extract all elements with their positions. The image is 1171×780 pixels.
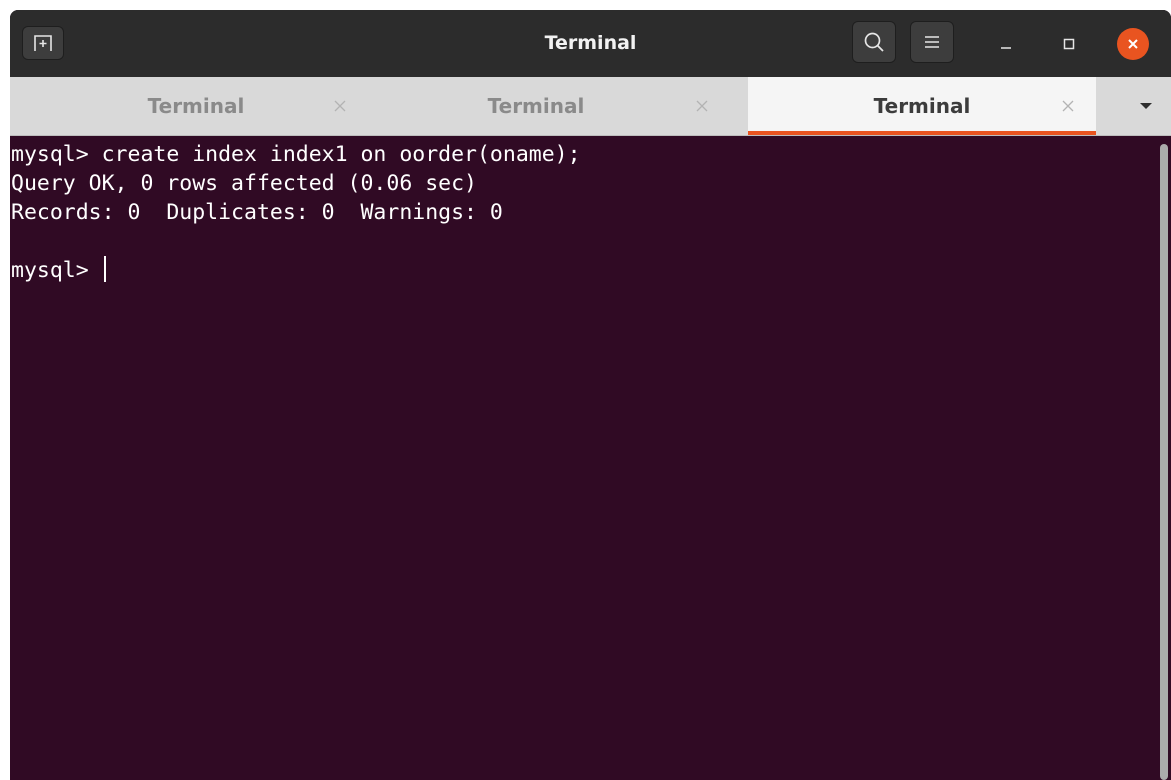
header-bar: Terminal (10, 10, 1171, 78)
search-button[interactable] (852, 21, 896, 63)
chevron-down-icon (1140, 103, 1152, 109)
maximize-icon (1063, 38, 1075, 50)
tab-close-icon[interactable] (331, 97, 349, 115)
scrollbar[interactable] (1160, 144, 1168, 780)
tab-terminal-3-active[interactable]: Terminal (748, 77, 1096, 135)
terminal-line: mysql> create index index1 on oorder(ona… (11, 142, 581, 167)
terminal-line: Query OK, 0 rows affected (0.06 sec) (11, 171, 477, 196)
hamburger-menu-icon (925, 36, 939, 48)
minimize-button[interactable] (990, 28, 1022, 60)
search-icon (864, 32, 884, 52)
maximize-button[interactable] (1053, 28, 1085, 60)
close-button[interactable] (1117, 28, 1149, 60)
tab-label: Terminal (487, 94, 585, 118)
tab-terminal-1[interactable]: Terminal (10, 77, 372, 135)
tab-bar: Terminal Terminal Terminal (10, 77, 1171, 136)
new-tab-button[interactable] (22, 26, 64, 60)
tab-close-icon[interactable] (693, 97, 711, 115)
tab-label: Terminal (873, 94, 971, 118)
tab-close-icon[interactable] (1059, 97, 1077, 115)
terminal-prompt-line[interactable]: mysql> (11, 256, 1154, 285)
terminal-window: Terminal Terminal Terminal Terminal mysq… (10, 10, 1171, 780)
tab-label: Terminal (147, 94, 245, 118)
new-tab-icon (34, 35, 52, 51)
text-cursor (103, 256, 106, 282)
terminal-output[interactable]: mysql> create index index1 on oorder(ona… (10, 136, 1154, 780)
terminal-prompt: mysql> (11, 258, 102, 283)
tab-terminal-2[interactable]: Terminal (385, 77, 747, 135)
minimize-icon (1001, 47, 1011, 49)
menu-button[interactable] (910, 21, 954, 63)
close-icon (1128, 39, 1138, 49)
terminal-line: Records: 0 Duplicates: 0 Warnings: 0 (11, 200, 503, 225)
tabs-dropdown-button[interactable] (1121, 77, 1171, 135)
